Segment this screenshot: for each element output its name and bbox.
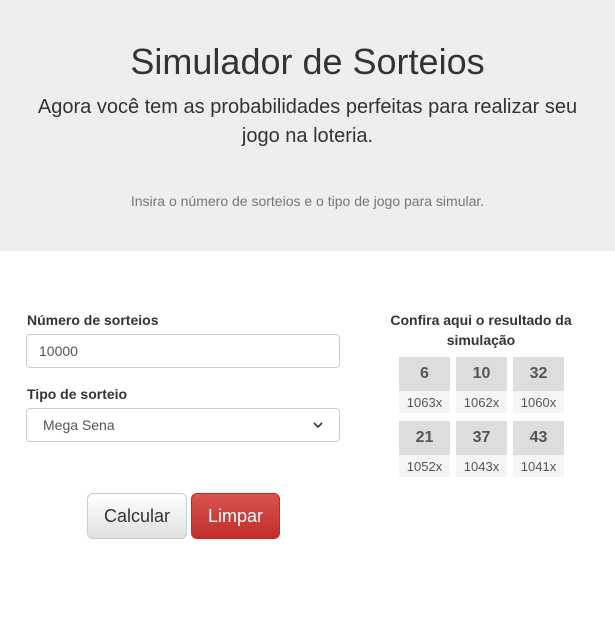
clear-button[interactable]: Limpar [191, 493, 280, 539]
ball-count: 1052x [399, 455, 450, 477]
ball-count: 1043x [456, 455, 507, 477]
page-title: Simulador de Sorteios [130, 41, 485, 82]
ball-number: 10 [456, 357, 507, 391]
hero-banner: Simulador de Sorteios Agora você tem as … [0, 0, 615, 251]
ball-number: 21 [399, 421, 450, 455]
result-ball: 21 1052x [399, 421, 450, 477]
ball-number: 37 [456, 421, 507, 455]
draws-label: Número de sorteios [27, 312, 159, 328]
draw-type-select[interactable]: Mega Sena [26, 408, 340, 442]
ball-number: 32 [513, 357, 564, 391]
result-ball: 37 1043x [456, 421, 507, 477]
results-title: Confira aqui o resultado da simulação [390, 312, 572, 348]
ball-count: 1062x [456, 391, 507, 413]
draws-input[interactable] [26, 334, 340, 368]
result-ball: 43 1041x [513, 421, 564, 477]
page-lead: Agora você tem as probabilidades perfeit… [37, 96, 578, 147]
ball-count: 1041x [513, 455, 564, 477]
result-ball: 6 1063x [399, 357, 450, 413]
ball-count: 1060x [513, 391, 564, 413]
result-ball: 32 1060x [513, 357, 564, 413]
draw-type-selected: Mega Sena [43, 417, 115, 433]
ball-number: 6 [399, 357, 450, 391]
instructions-text: Insira o número de sorteios e o tipo de … [130, 193, 485, 209]
result-ball: 10 1062x [456, 357, 507, 413]
ball-count: 1063x [399, 391, 450, 413]
draw-type-label: Tipo de sorteio [27, 386, 128, 402]
results-grid: 6 1063x 10 1062x 32 1060x 21 1052x 37 10… [399, 357, 564, 477]
chevron-down-icon [313, 420, 323, 430]
ball-number: 43 [513, 421, 564, 455]
calculate-button[interactable]: Calcular [87, 493, 187, 539]
